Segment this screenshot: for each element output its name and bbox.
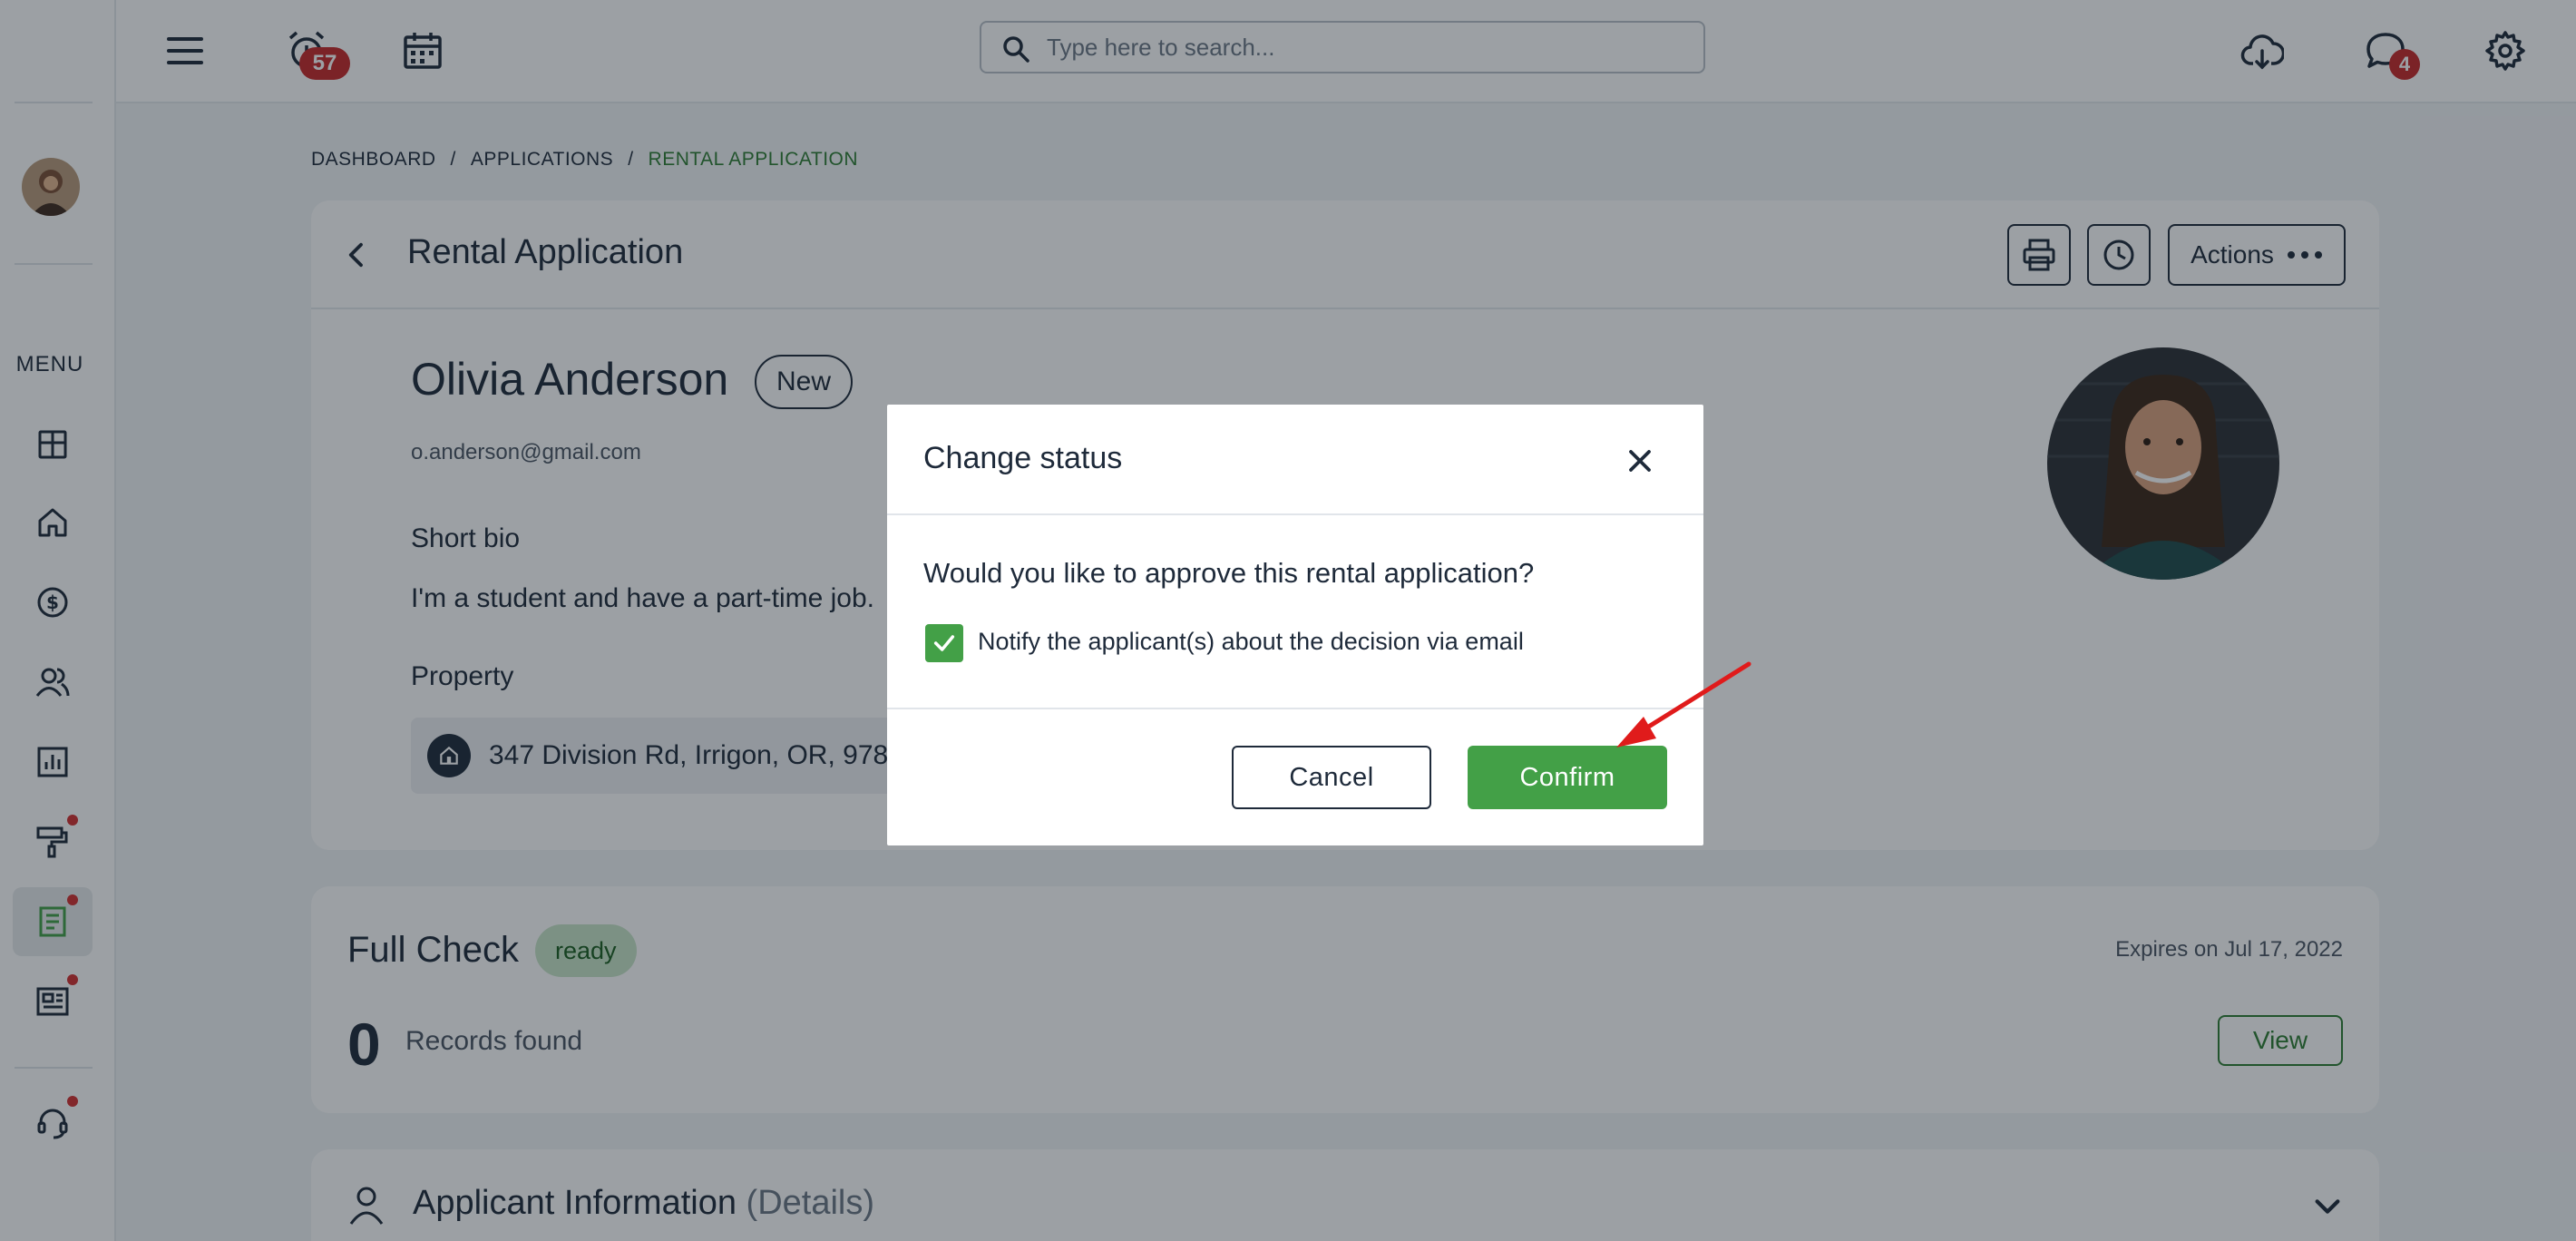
notify-checkbox-label[interactable]: Notify the applicant(s) about the decisi… [978, 628, 1524, 656]
change-status-dialog: Change status Would you like to approve … [887, 405, 1703, 845]
dialog-header: Change status [887, 405, 1703, 515]
dialog-title: Change status [923, 441, 1123, 475]
checkmark-icon [933, 635, 955, 651]
dialog-footer: Cancel Confirm [887, 708, 1703, 845]
cancel-button[interactable]: Cancel [1232, 746, 1431, 809]
notify-checkbox[interactable] [925, 624, 963, 662]
close-icon [1629, 450, 1651, 472]
close-button[interactable] [1622, 443, 1658, 479]
dialog-question: Would you like to approve this rental ap… [923, 557, 1535, 589]
confirm-button[interactable]: Confirm [1468, 746, 1667, 809]
